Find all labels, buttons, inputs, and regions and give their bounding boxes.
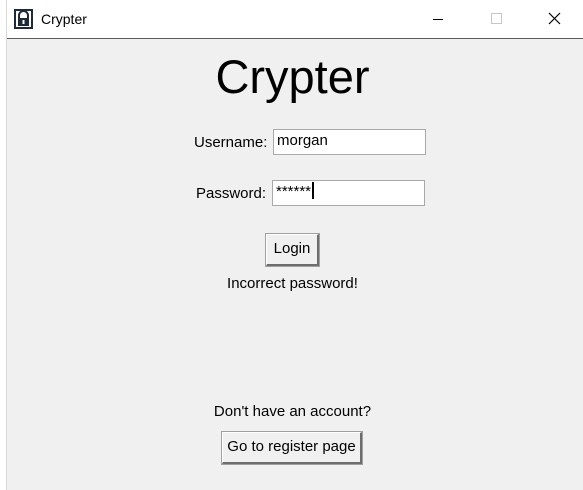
close-icon <box>548 12 561 25</box>
close-button[interactable] <box>531 0 577 38</box>
crypter-app-icon <box>14 9 33 29</box>
username-value: morgan <box>277 132 328 149</box>
app-heading: Crypter <box>215 50 370 103</box>
status-message: Incorrect password! <box>227 275 358 292</box>
title-bar[interactable]: Crypter <box>7 0 583 39</box>
minimize-icon <box>433 19 443 20</box>
password-input[interactable]: ****** <box>272 180 425 206</box>
maximize-button[interactable] <box>473 0 519 38</box>
window-title: Crypter <box>41 11 87 27</box>
username-input[interactable]: morgan <box>273 129 426 155</box>
minimize-button[interactable] <box>415 0 461 38</box>
register-prompt: Don't have an account? <box>213 403 372 420</box>
username-label: Username: <box>194 134 268 151</box>
app-window: Crypter Crypter Username: morgan Passwor… <box>6 0 583 490</box>
maximize-icon <box>491 13 502 24</box>
text-caret <box>312 182 315 199</box>
go-to-register-button[interactable]: Go to register page <box>221 431 363 465</box>
password-label: Password: <box>196 185 267 202</box>
password-value: ****** <box>276 183 312 200</box>
login-button[interactable]: Login <box>265 233 320 267</box>
